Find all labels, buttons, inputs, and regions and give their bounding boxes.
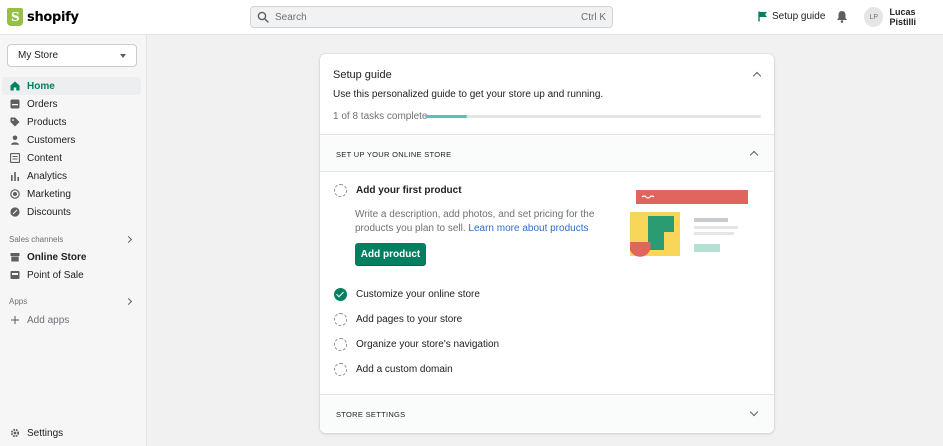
main-nav: Home Orders Products Customers Content A… bbox=[2, 77, 141, 221]
sidebar-item-home[interactable]: Home bbox=[2, 77, 141, 95]
task-description: Write a description, add photos, and set… bbox=[355, 208, 615, 236]
progress-bar-fill bbox=[425, 115, 467, 118]
sidebar-item-marketing[interactable]: Marketing bbox=[2, 185, 141, 203]
content-icon bbox=[10, 153, 20, 163]
sidebar-item-label: Online Store bbox=[27, 251, 87, 263]
gear-icon bbox=[10, 428, 20, 438]
sidebar-item-analytics[interactable]: Analytics bbox=[2, 167, 141, 185]
sidebar-item-discounts[interactable]: Discounts bbox=[2, 203, 141, 221]
sales-channels-nav: Online Store Point of Sale bbox=[2, 248, 141, 284]
add-apps-button[interactable]: Add apps bbox=[2, 311, 141, 329]
user-menu[interactable]: LP Lucas Pistilli bbox=[864, 7, 943, 27]
flag-icon bbox=[758, 11, 767, 22]
shopify-logo[interactable]: shopify bbox=[7, 8, 79, 26]
store-icon bbox=[10, 253, 20, 262]
task-title: Add your first product bbox=[356, 185, 462, 196]
plus-icon bbox=[11, 316, 19, 324]
section-store-settings-header[interactable]: STORE SETTINGS bbox=[320, 394, 774, 432]
sidebar-item-products[interactable]: Products bbox=[2, 113, 141, 131]
learn-more-link[interactable]: Learn more about products bbox=[468, 223, 588, 234]
incomplete-circle-icon bbox=[334, 338, 347, 351]
search-shortcut: Ctrl K bbox=[581, 11, 606, 23]
sidebar-item-label: Settings bbox=[27, 427, 64, 439]
sidebar-item-label: Analytics bbox=[27, 170, 68, 182]
task-label: Customize your online store bbox=[356, 289, 480, 300]
avatar: LP bbox=[864, 7, 884, 27]
store-selector[interactable]: My Store bbox=[7, 44, 137, 67]
task-add-pages[interactable]: Add pages to your store bbox=[334, 313, 462, 326]
task-customize-store[interactable]: Customize your online store bbox=[334, 288, 480, 301]
bell-icon[interactable] bbox=[836, 10, 848, 23]
sidebar-item-label: Content bbox=[27, 152, 63, 164]
task-add-product[interactable]: Add your first product bbox=[334, 184, 462, 197]
section-label: STORE SETTINGS bbox=[336, 410, 406, 419]
search-bar[interactable]: Ctrl K bbox=[250, 6, 613, 28]
brand-name: shopify bbox=[27, 9, 79, 25]
sales-channels-label: Sales channels bbox=[9, 235, 64, 244]
add-apps-label: Add apps bbox=[27, 314, 70, 326]
sidebar-item-orders[interactable]: Orders bbox=[2, 95, 141, 113]
sidebar-item-point-of-sale[interactable]: Point of Sale bbox=[2, 266, 141, 284]
apps-nav: Add apps bbox=[2, 311, 141, 329]
apps-header[interactable]: Apps bbox=[9, 297, 134, 306]
sidebar-item-settings[interactable]: Settings bbox=[2, 424, 141, 442]
sidebar-item-customers[interactable]: Customers bbox=[2, 131, 141, 149]
setup-guide-card: Setup guide Use this personalized guide … bbox=[320, 54, 774, 433]
sidebar-item-label: Home bbox=[27, 80, 55, 92]
task-label: Add pages to your store bbox=[356, 314, 463, 325]
sidebar-item-label: Point of Sale bbox=[27, 269, 84, 281]
sales-channels-header[interactable]: Sales channels bbox=[9, 235, 134, 244]
shopify-bag-icon bbox=[7, 8, 23, 26]
incomplete-circle-icon bbox=[334, 313, 347, 326]
chevron-up-icon bbox=[749, 150, 759, 160]
apps-label: Apps bbox=[9, 297, 28, 306]
sidebar-item-label: Products bbox=[27, 116, 67, 128]
task-label: Organize your store's navigation bbox=[356, 339, 500, 350]
sidebar-item-label: Orders bbox=[27, 98, 58, 110]
top-bar: shopify Ctrl K Setup guide LP Lucas Pist… bbox=[0, 0, 943, 35]
sidebar-item-online-store[interactable]: Online Store bbox=[2, 248, 141, 266]
task-organize-navigation[interactable]: Organize your store's navigation bbox=[334, 338, 499, 351]
bar-chart-icon bbox=[11, 172, 19, 181]
target-icon bbox=[10, 189, 20, 199]
incomplete-circle-icon bbox=[334, 363, 347, 376]
settings-nav: Settings bbox=[2, 424, 141, 442]
discount-icon bbox=[10, 207, 20, 217]
section-online-store-header[interactable]: SET UP YOUR ONLINE STORE bbox=[320, 134, 774, 172]
task-label: Add a custom domain bbox=[356, 364, 453, 375]
checkmark-circle-icon bbox=[334, 288, 347, 301]
home-icon bbox=[10, 81, 20, 91]
product-illustration bbox=[630, 190, 748, 257]
task-custom-domain[interactable]: Add a custom domain bbox=[334, 363, 453, 376]
card-title: Setup guide bbox=[333, 69, 392, 81]
sidebar-item-label: Customers bbox=[27, 134, 76, 146]
caret-down-icon bbox=[120, 53, 126, 58]
setup-guide-button[interactable]: Setup guide bbox=[758, 11, 825, 22]
chevron-right-icon bbox=[124, 297, 133, 306]
card-subtitle: Use this personalized guide to get your … bbox=[333, 89, 604, 100]
user-name: Lucas Pistilli bbox=[889, 7, 916, 27]
orders-icon bbox=[10, 99, 20, 109]
sidebar-item-label: Discounts bbox=[27, 206, 71, 218]
sidebar: My Store Home Orders Products Customers … bbox=[0, 35, 147, 446]
setup-guide-label: Setup guide bbox=[772, 11, 826, 22]
search-icon bbox=[257, 11, 269, 23]
incomplete-circle-icon bbox=[334, 184, 347, 197]
search-input[interactable] bbox=[275, 11, 581, 23]
progress-text: 1 of 8 tasks complete bbox=[333, 111, 428, 122]
tag-icon bbox=[10, 117, 20, 127]
chevron-down-icon bbox=[749, 407, 759, 417]
person-icon bbox=[11, 135, 19, 145]
progress-bar bbox=[425, 115, 761, 118]
chevron-up-icon[interactable] bbox=[752, 71, 762, 81]
add-product-button[interactable]: Add product bbox=[355, 243, 426, 266]
section-label: SET UP YOUR ONLINE STORE bbox=[336, 150, 452, 159]
store-name: My Store bbox=[18, 50, 59, 61]
pos-icon bbox=[10, 271, 20, 279]
sidebar-item-content[interactable]: Content bbox=[2, 149, 141, 167]
sidebar-item-label: Marketing bbox=[27, 188, 71, 200]
chevron-right-icon bbox=[124, 235, 133, 244]
